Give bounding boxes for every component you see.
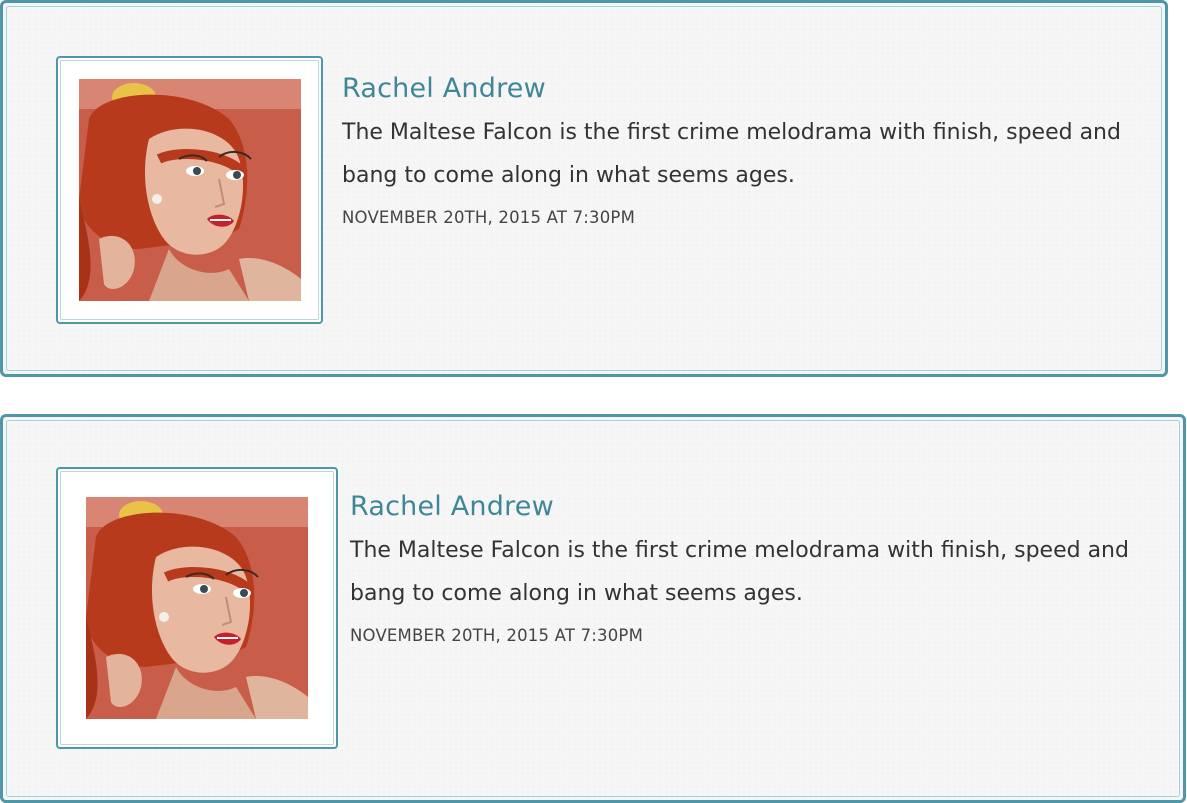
avatar-illustration	[79, 79, 301, 301]
avatar-illustration	[86, 497, 308, 719]
avatar-frame	[56, 467, 338, 749]
avatar-frame	[56, 56, 323, 324]
comment-date: NOVEMBER 20TH, 2015 AT 7:30PM	[342, 208, 636, 227]
comment-text: The Maltese Falcon is the first crime me…	[342, 120, 1121, 188]
author-name[interactable]: Rachel Andrew	[350, 489, 1150, 525]
comment-text: The Maltese Falcon is the first crime me…	[350, 538, 1129, 606]
comment-card: Rachel Andrew The Maltese Falcon is the …	[0, 414, 1186, 803]
comment-card: Rachel Andrew The Maltese Falcon is the …	[0, 0, 1168, 377]
avatar	[86, 497, 308, 719]
comment-body: Rachel Andrew The Maltese Falcon is the …	[350, 489, 1150, 647]
comment-body: Rachel Andrew The Maltese Falcon is the …	[342, 71, 1122, 229]
avatar	[79, 79, 301, 301]
author-name[interactable]: Rachel Andrew	[342, 71, 1122, 107]
comment-date: NOVEMBER 20TH, 2015 AT 7:30PM	[350, 626, 644, 645]
